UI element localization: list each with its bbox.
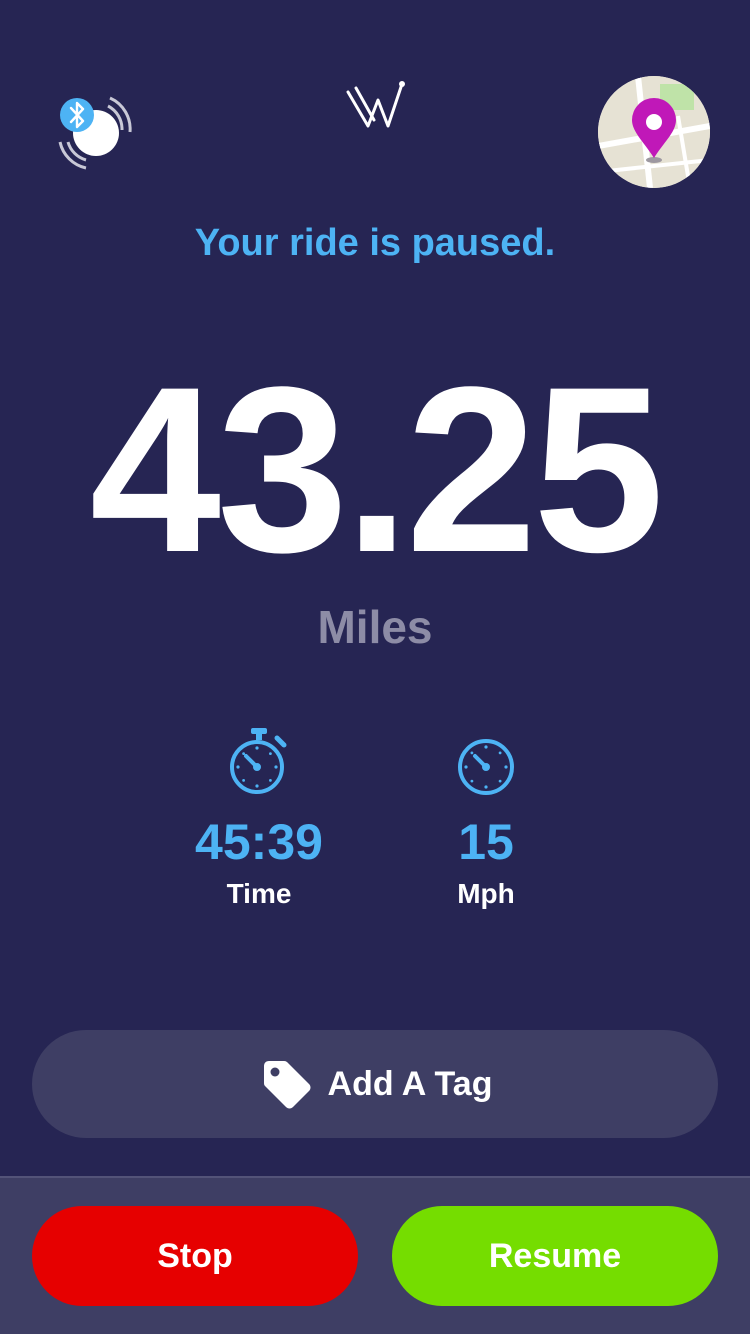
distance-value: 43.25 — [89, 338, 665, 602]
time-label: Time — [226, 878, 292, 909]
distance-unit: Miles — [317, 601, 433, 653]
add-tag-label: Add A Tag — [327, 1064, 493, 1103]
add-tag-button[interactable]: Add A Tag — [32, 1030, 718, 1138]
ride-status-text: Your ride is paused. — [194, 222, 556, 264]
app-logo-icon — [346, 81, 405, 128]
time-value: 45:39 — [195, 814, 323, 870]
app-logo — [344, 80, 406, 132]
speed-label: Mph — [457, 878, 515, 909]
map-button[interactable] — [598, 76, 710, 188]
resume-button[interactable]: Resume — [392, 1206, 718, 1306]
speed-value: 15 — [458, 814, 514, 870]
stopwatch-icon — [230, 728, 287, 794]
stop-button[interactable]: Stop — [32, 1206, 358, 1306]
tag-icon — [263, 1061, 311, 1109]
bluetooth-sensor-icon — [58, 96, 132, 170]
time-stat: 45:39 Time — [149, 726, 369, 910]
speed-stat: 15 Mph — [376, 726, 596, 910]
bluetooth-sensor-status[interactable] — [56, 92, 136, 172]
speedometer-icon — [458, 739, 514, 795]
map-location-icon — [598, 76, 710, 188]
